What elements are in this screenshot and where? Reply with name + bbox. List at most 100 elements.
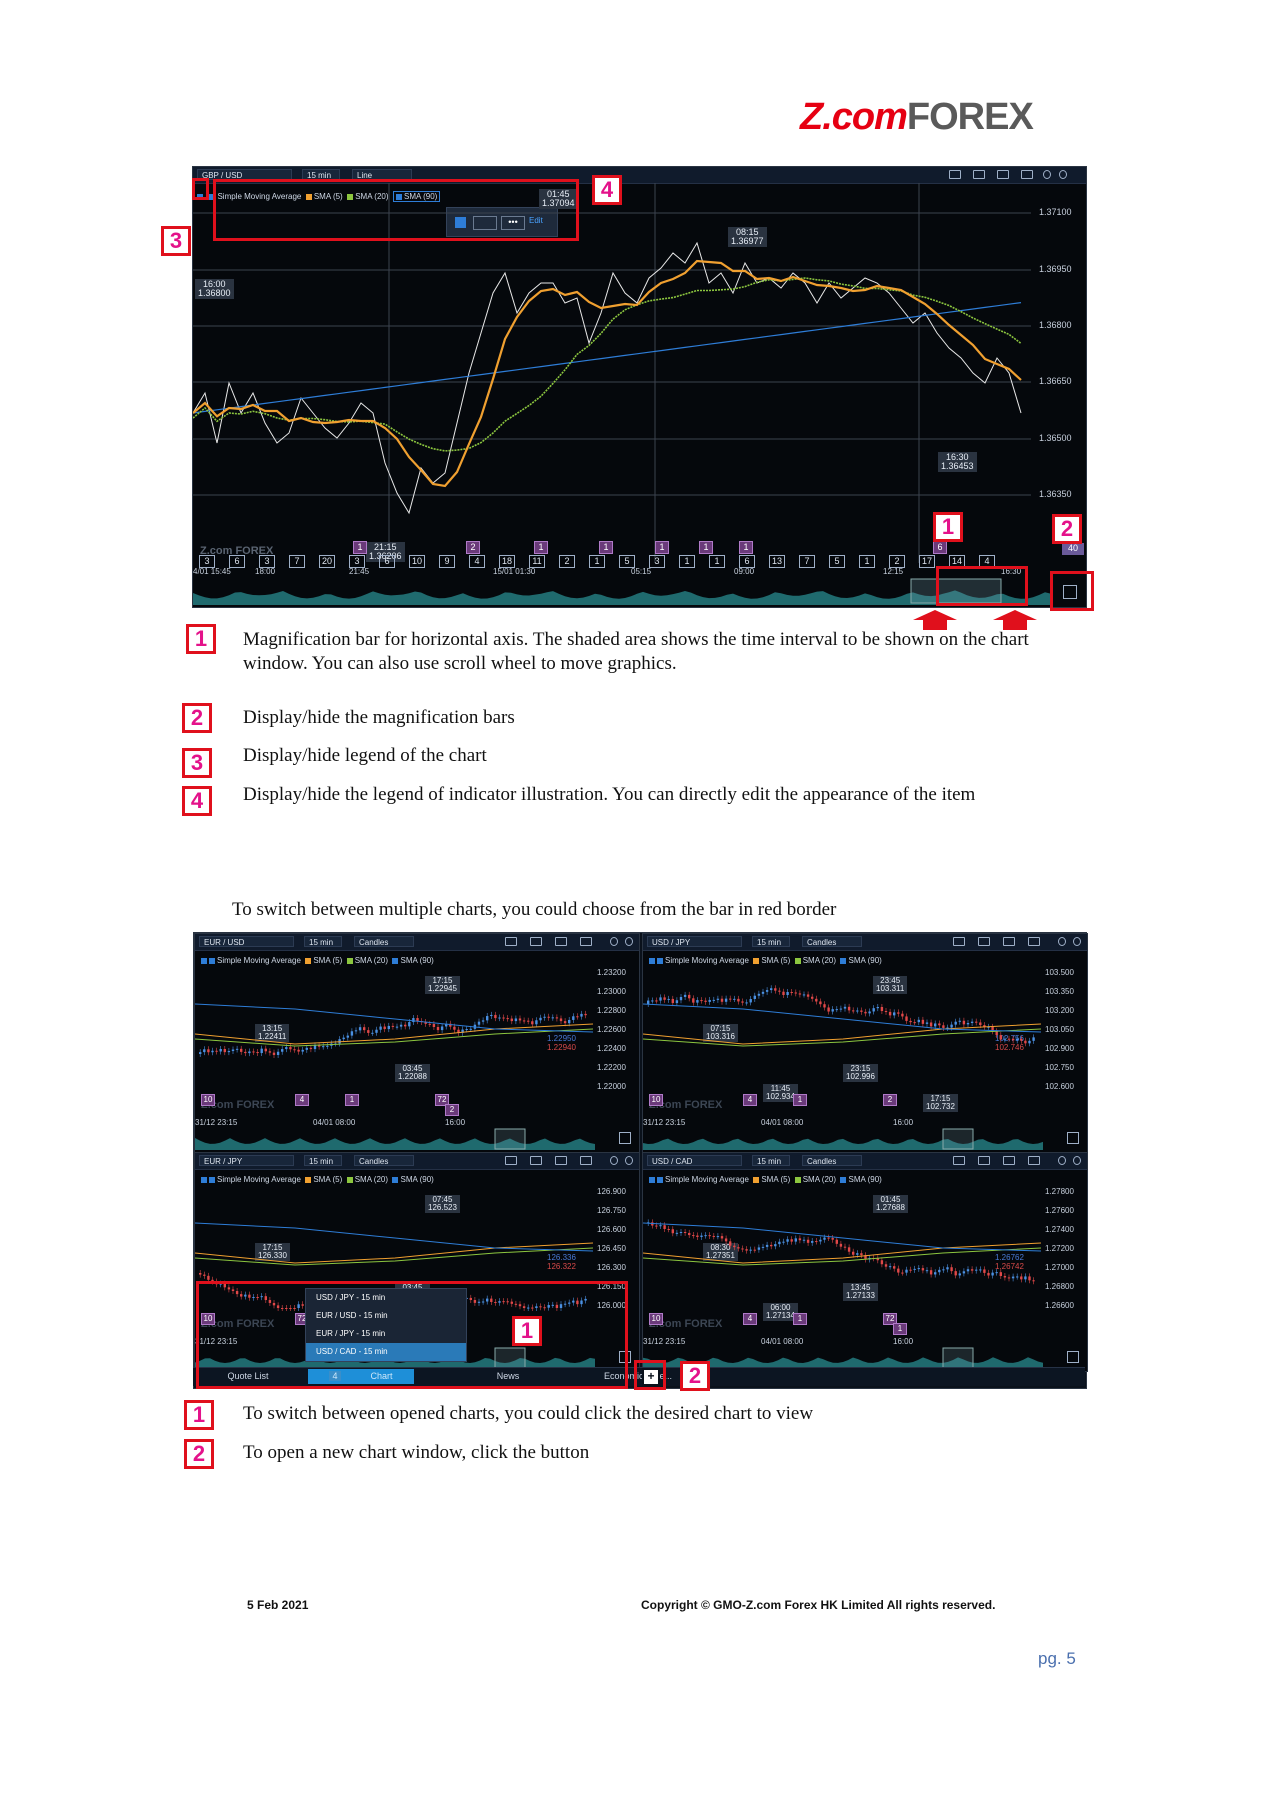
event-marker[interactable]: 9	[439, 555, 455, 568]
settings-icon[interactable]	[1043, 170, 1051, 179]
indicator-icon[interactable]	[949, 170, 961, 179]
camera-icon[interactable]	[997, 170, 1009, 179]
camera-icon[interactable]	[1003, 937, 1015, 946]
chart-toolbar: USD / JPY 15 min Candles	[643, 934, 1087, 951]
event-marker[interactable]: 1	[699, 541, 713, 554]
layout-icon[interactable]	[1028, 1156, 1040, 1165]
pair-selector[interactable]: EUR / JPY	[199, 1155, 294, 1166]
close-icon[interactable]	[1073, 937, 1081, 946]
close-icon[interactable]	[625, 937, 633, 946]
event-marker[interactable]: 13	[769, 555, 785, 568]
chart-type-selector[interactable]: Candles	[354, 936, 414, 947]
y-axis-tick: 1.27600	[1045, 1206, 1074, 1215]
event-marker[interactable]: 6	[229, 555, 245, 568]
chart-type-selector[interactable]: Candles	[354, 1155, 414, 1166]
pair-selector[interactable]: USD / CAD	[647, 1155, 742, 1166]
magnification-bar[interactable]	[193, 577, 1053, 605]
magnification-bar[interactable]	[643, 1128, 1043, 1150]
calendar-icon[interactable]	[530, 937, 542, 946]
candles-plot	[643, 1219, 1041, 1285]
calendar-icon[interactable]	[530, 1156, 542, 1165]
event-marker[interactable]: 1	[655, 541, 669, 554]
layout-icon[interactable]	[1028, 937, 1040, 946]
settings-icon[interactable]	[1058, 937, 1066, 946]
y-axis-tick: 1.22000	[597, 1082, 626, 1091]
event-marker[interactable]: 1	[534, 541, 548, 554]
event-marker[interactable]: 2	[466, 541, 480, 554]
price-bubble: 16:00 1.36800	[195, 279, 234, 299]
magnification-bar[interactable]	[195, 1128, 595, 1150]
settings-icon[interactable]	[1058, 1156, 1066, 1165]
layout-icon[interactable]	[1021, 170, 1033, 179]
event-marker[interactable]: 1	[893, 1323, 907, 1335]
page-number: pg. 5	[1038, 1649, 1076, 1668]
event-marker[interactable]: 4	[469, 555, 485, 568]
x-axis-tick: 31/12 23:15	[643, 1118, 686, 1127]
layout-icon[interactable]	[580, 937, 592, 946]
close-icon[interactable]	[1073, 1156, 1081, 1165]
indicator-icon[interactable]	[953, 1156, 965, 1165]
camera-icon[interactable]	[1003, 1156, 1015, 1165]
layout-icon[interactable]	[580, 1156, 592, 1165]
badge-2: 2	[680, 1361, 710, 1391]
y-axis-tick: 1.27800	[1045, 1187, 1074, 1196]
close-icon[interactable]	[625, 1156, 633, 1165]
chart-type-selector[interactable]: Candles	[802, 1155, 862, 1166]
chart-panel[interactable]: USD / CAD 15 min Candles Simple Moving Aver…	[642, 1152, 1088, 1372]
sma20-line	[193, 277, 1022, 452]
event-marker[interactable]: 1	[679, 555, 695, 568]
event-marker[interactable]: 20	[319, 555, 335, 568]
event-marker[interactable]: 6	[379, 555, 395, 568]
magnifier-toggle-icon[interactable]	[1067, 1351, 1079, 1363]
chart-toolbar: USD / CAD 15 min Candles	[643, 1153, 1087, 1170]
y-axis-tick: 1.23200	[597, 968, 626, 977]
event-marker[interactable]: 5	[829, 555, 845, 568]
event-marker[interactable]: 1	[353, 541, 367, 554]
event-marker[interactable]: 10	[409, 555, 425, 568]
sma90-line	[193, 302, 1022, 414]
settings-icon[interactable]	[610, 937, 618, 946]
chart-panel[interactable]: USD / JPY 15 min Candles Simple Moving Aver…	[642, 933, 1088, 1153]
interval-selector[interactable]: 15 min	[752, 936, 790, 947]
interval-selector[interactable]: 15 min	[304, 1155, 342, 1166]
event-marker[interactable]: 6	[933, 541, 947, 554]
close-icon[interactable]	[1059, 170, 1067, 179]
indicator-icon[interactable]	[505, 937, 517, 946]
calendar-icon[interactable]	[978, 1156, 990, 1165]
event-marker[interactable]: 1	[589, 555, 605, 568]
interval-selector[interactable]: 15 min	[752, 1155, 790, 1166]
event-marker[interactable]: 7	[799, 555, 815, 568]
calendar-icon[interactable]	[973, 170, 985, 179]
event-marker[interactable]: 2	[559, 555, 575, 568]
interval-selector[interactable]: 15 min	[304, 936, 342, 947]
chart-toolbar: EUR / JPY 15 min Candles	[195, 1153, 639, 1170]
x-axis-tick: 05:15	[631, 567, 652, 576]
event-marker[interactable]: 7	[289, 555, 305, 568]
event-marker[interactable]: 1	[599, 541, 613, 554]
event-marker[interactable]: 3	[649, 555, 665, 568]
x-axis-tick: 04/01 08:00	[313, 1118, 356, 1127]
y-axis-tick: 1.36650	[1039, 376, 1072, 386]
event-marker[interactable]: 1	[739, 541, 753, 554]
indicator-legend: Simple Moving Average SMA (5) SMA (20) S…	[201, 1175, 434, 1184]
pair-selector[interactable]: USD / JPY	[647, 936, 742, 947]
indicator-icon[interactable]	[505, 1156, 517, 1165]
event-marker[interactable]: 40	[1062, 543, 1084, 555]
settings-icon[interactable]	[610, 1156, 618, 1165]
magnifier-toggle-icon[interactable]	[1067, 1132, 1079, 1144]
x-axis-tick: 04/01 08:00	[761, 1118, 804, 1127]
event-marker[interactable]: 17	[919, 555, 935, 568]
chart-type-selector[interactable]: Candles	[802, 936, 862, 947]
indicator-legend: Simple Moving Average SMA (5) SMA (20) S…	[649, 1175, 882, 1184]
pair-selector[interactable]: EUR / USD	[199, 936, 294, 947]
brand-logo: Z.comFOREX	[800, 96, 1034, 138]
indicator-icon[interactable]	[953, 937, 965, 946]
event-marker[interactable]: 1	[859, 555, 875, 568]
camera-icon[interactable]	[555, 1156, 567, 1165]
calendar-icon[interactable]	[978, 937, 990, 946]
event-marker[interactable]: 1	[709, 555, 725, 568]
magnifier-toggle-icon[interactable]	[619, 1132, 631, 1144]
event-marker[interactable]: 2	[445, 1104, 459, 1116]
chart-panel[interactable]: EUR / USD 15 min Candles Simple Moving Aver…	[194, 933, 640, 1153]
camera-icon[interactable]	[555, 937, 567, 946]
